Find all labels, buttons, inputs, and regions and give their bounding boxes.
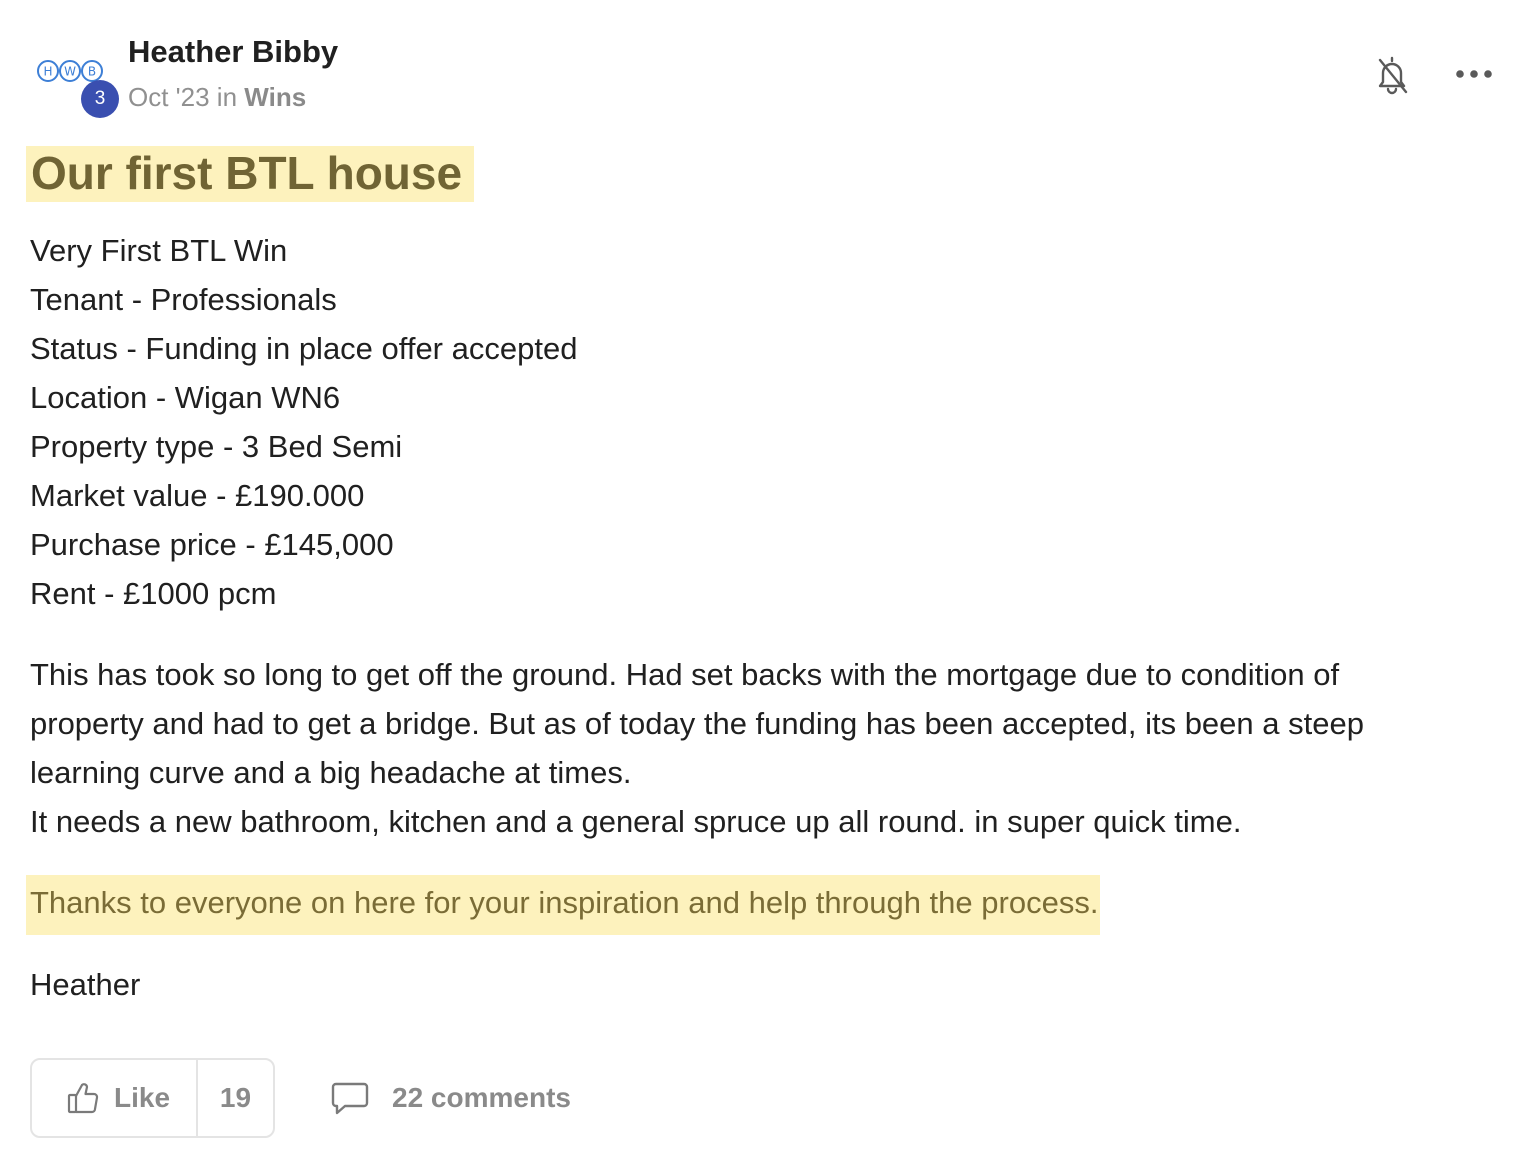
like-count[interactable]: 19 [198,1060,273,1136]
post-category[interactable]: Wins [244,82,306,112]
like-button[interactable]: Like [32,1060,198,1136]
post-meta: Oct '23 in Wins [128,82,306,113]
like-group: Like 19 [30,1058,275,1138]
avatar-initial: W [64,65,76,79]
detail-line: Very First BTL Win [30,233,288,268]
bell-off-icon [1378,56,1408,95]
paragraph-line: This has took so long to get off the gro… [30,657,1340,692]
detail-line: Status - Funding in place offer accepted [30,331,578,366]
detail-line: Market value - £190.000 [30,478,365,513]
comments-count-label: 22 comments [392,1082,571,1113]
title-highlight: Our first BTL house [26,146,475,202]
like-label: Like [114,1082,171,1113]
avatar-initial: B [88,65,96,79]
meta-in: in [216,82,238,112]
notifications-toggle-button[interactable] [1370,52,1414,96]
avatar-initial: H [43,65,52,79]
thanks-text: Thanks to everyone on here for your insp… [30,885,1099,920]
post-body-paragraph: This has took so long to get off the gro… [30,650,1490,846]
detail-line: Purchase price - £145,000 [30,527,394,562]
more-options-button[interactable] [1452,56,1496,92]
paragraph-line: It needs a new bathroom, kitchen and a g… [30,804,1242,839]
post-title: Our first BTL house [31,147,463,199]
comment-icon [331,1082,369,1115]
detail-line: Rent - £1000 pcm [30,576,277,611]
post-details-list: Very First BTL Win Tenant - Professional… [30,226,577,618]
thanks-highlight: Thanks to everyone on here for your insp… [26,875,1101,935]
signoff-text: Heather [30,967,141,1002]
paragraph-line: learning curve and a big headache at tim… [30,755,632,790]
paragraph-line: property and had to get a bridge. But as… [30,706,1364,741]
author-name[interactable]: Heather Bibby [128,34,338,70]
post-date[interactable]: Oct '23 [128,82,210,112]
more-horizontal-icon [1456,70,1492,78]
detail-line: Tenant - Professionals [30,282,337,317]
detail-line: Property type - 3 Bed Semi [30,429,403,464]
thumbs-up-icon [67,1083,99,1114]
detail-line: Location - Wigan WN6 [30,380,341,415]
level-badge: 3 [81,80,119,118]
comments-button[interactable]: 22 comments [330,1078,571,1118]
post-card: H W B 3 Heather Bibby Oct '23 in Wins Ou… [0,0,1534,1158]
